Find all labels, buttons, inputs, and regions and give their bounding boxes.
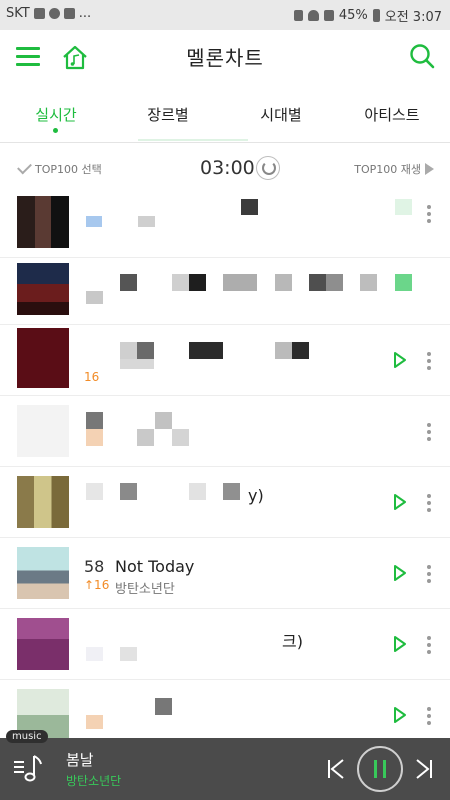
rank-change: 16 [84, 370, 100, 384]
search-icon[interactable] [408, 42, 436, 70]
list-item[interactable]: 58 Not Today ↑16 방탄소년단 [0, 538, 450, 609]
play-button[interactable] [393, 351, 407, 369]
battery-percent: 45% [338, 8, 368, 23]
gallery-notification-icon [33, 8, 45, 19]
tab-genre[interactable]: 장르별 [118, 104, 218, 125]
battery-icon [372, 9, 380, 22]
list-item[interactable] [0, 254, 450, 325]
select-top100-button[interactable]: TOP100 선택 [17, 159, 102, 177]
list-item[interactable] [0, 396, 450, 467]
play-top100-label: TOP100 재생 [354, 163, 421, 176]
select-top100-label: TOP100 선택 [35, 163, 102, 176]
now-playing-title: 봄날 [66, 751, 94, 769]
music-badge: music [6, 730, 48, 743]
more-options-icon[interactable] [427, 636, 431, 654]
previous-track-icon[interactable] [326, 758, 346, 780]
now-playing-artist: 방탄소년단 [66, 774, 122, 788]
next-track-icon[interactable] [414, 758, 434, 780]
list-item[interactable]: 16 [0, 325, 450, 396]
chart-controls: TOP100 선택 03:00 TOP100 재생 [0, 143, 450, 195]
chart-tabs: 실시간 장르별 시대별 아티스트 [0, 86, 450, 143]
album-art [17, 547, 69, 599]
album-art [17, 405, 69, 457]
list-item[interactable] [0, 680, 450, 738]
mute-icon [293, 10, 303, 21]
tab-realtime[interactable]: 실시간 [6, 104, 106, 125]
album-art [17, 196, 69, 248]
playlist-icon[interactable] [12, 752, 46, 786]
tab-era[interactable]: 시대별 [231, 104, 331, 125]
play-button[interactable] [393, 493, 407, 511]
song-title: 크) [282, 632, 303, 651]
refresh-icon[interactable] [256, 156, 280, 180]
album-art [17, 328, 69, 388]
mini-player[interactable]: music 봄날 방탄소년단 [0, 730, 450, 800]
chart-list: 16 y) 58 Not Today ↑16 방탄소년단 크) [0, 195, 450, 738]
chart-time: 03:00 [200, 157, 255, 179]
album-art [17, 618, 69, 670]
tab-artist[interactable]: 아티스트 [342, 104, 442, 125]
play-button[interactable] [393, 706, 407, 724]
pause-button[interactable] [357, 746, 403, 792]
album-art [17, 476, 69, 528]
app-notification-icon [48, 8, 60, 19]
song-title: Not Today [115, 557, 195, 576]
rank-change: ↑16 [84, 578, 110, 592]
artist-name: 방탄소년단 [115, 582, 175, 597]
list-item[interactable]: y) [0, 467, 450, 538]
page-title: 멜론차트 [186, 46, 264, 70]
play-button[interactable] [393, 635, 407, 653]
play-top100-button[interactable]: TOP100 재생 [354, 161, 434, 177]
more-options-icon[interactable] [427, 494, 431, 512]
check-icon [17, 159, 32, 175]
more-options-icon[interactable] [427, 707, 431, 725]
play-button[interactable] [393, 564, 407, 582]
more-options-icon[interactable] [427, 352, 431, 370]
active-tab-indicator [53, 128, 58, 133]
clock: 오전 3:07 [384, 10, 442, 25]
more-options-icon[interactable] [427, 423, 431, 441]
more-options-icon[interactable] [427, 565, 431, 583]
album-art [17, 263, 69, 315]
song-title: y) [248, 486, 264, 505]
rank-number: 58 [84, 557, 105, 576]
link-notification-icon [63, 8, 75, 19]
carrier-label: SKT [6, 6, 30, 21]
signal-icon [323, 10, 334, 21]
list-item[interactable]: 크) [0, 609, 450, 680]
app-header: 멜론차트 [0, 30, 450, 86]
status-bar: SKT ... 45% 오전 3:07 [0, 0, 450, 30]
list-item[interactable] [0, 195, 450, 258]
play-icon [425, 163, 434, 175]
more-options-icon[interactable] [427, 205, 431, 223]
tab-underline [138, 139, 248, 141]
more-notifications-label: ... [78, 6, 92, 21]
wifi-icon [307, 10, 319, 21]
